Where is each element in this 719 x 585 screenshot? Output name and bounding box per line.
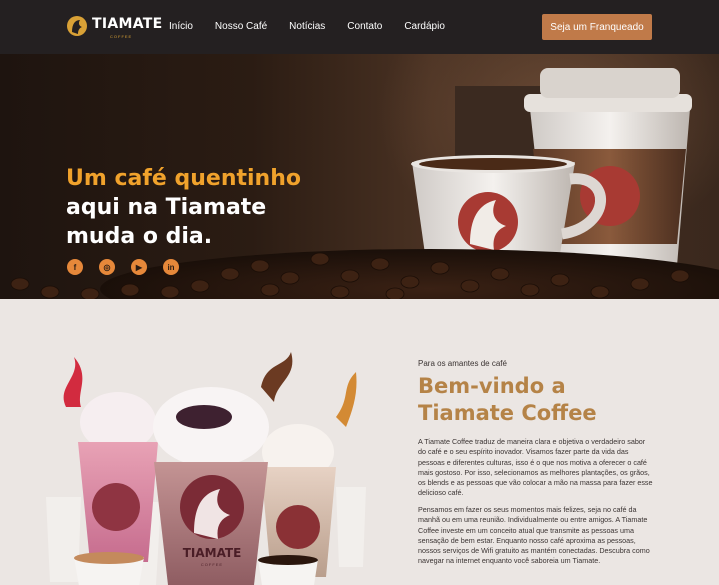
section-eyebrow: Para os amantes de café bbox=[418, 359, 507, 368]
nav-noticias[interactable]: Notícias bbox=[289, 21, 325, 32]
top-navbar: TIAMATE COFFEE Início Nosso Café Notícia… bbox=[0, 0, 719, 54]
about-section: TIAMATE COFFEE Para os amantes de café B… bbox=[0, 299, 719, 585]
frappe-cups-image: TIAMATE COFFEE bbox=[46, 352, 366, 585]
hero-headline: Um café quentinho aqui na Tiamate muda o… bbox=[66, 164, 301, 251]
about-paragraph-1: A Tiamate Coffee traduz de maneira clara… bbox=[418, 437, 653, 498]
youtube-icon[interactable]: ▶ bbox=[131, 259, 147, 275]
main-menu: Início Nosso Café Notícias Contato Cardá… bbox=[169, 21, 467, 32]
hero-headline-line2: aqui na Tiamate bbox=[66, 195, 267, 220]
central-cup-sublabel: COFFEE bbox=[201, 562, 223, 567]
section-title-line2: Tiamate Coffee bbox=[418, 401, 597, 425]
hero-headline-line1: Um café quentinho bbox=[66, 166, 301, 191]
section-title-line1: Bem-vindo a bbox=[418, 374, 566, 398]
facebook-icon[interactable]: f bbox=[67, 259, 83, 275]
brand-logo[interactable]: TIAMATE COFFEE bbox=[66, 14, 162, 42]
section-title: Bem-vindo a Tiamate Coffee bbox=[418, 373, 597, 427]
social-links: f ◎ ▶ in bbox=[67, 259, 179, 275]
nav-nosso-cafe[interactable]: Nosso Café bbox=[215, 21, 267, 32]
franchise-button[interactable]: Seja um Franqueado bbox=[542, 14, 652, 40]
nav-cardapio[interactable]: Cardápio bbox=[404, 21, 445, 32]
about-paragraph-2: Pensamos em fazer os seus momentos mais … bbox=[418, 505, 650, 566]
nav-inicio[interactable]: Início bbox=[169, 21, 193, 32]
linkedin-icon[interactable]: in bbox=[163, 259, 179, 275]
tiamate-logo-icon bbox=[67, 16, 87, 36]
brand-name: TIAMATE bbox=[92, 16, 163, 32]
instagram-icon[interactable]: ◎ bbox=[99, 259, 115, 275]
brand-sub: COFFEE bbox=[110, 34, 133, 39]
hero-headline-line3: muda o dia. bbox=[66, 224, 213, 249]
hero-banner: Um café quentinho aqui na Tiamate muda o… bbox=[0, 54, 719, 299]
nav-contato[interactable]: Contato bbox=[347, 21, 382, 32]
central-cup-label: TIAMATE bbox=[183, 546, 242, 560]
